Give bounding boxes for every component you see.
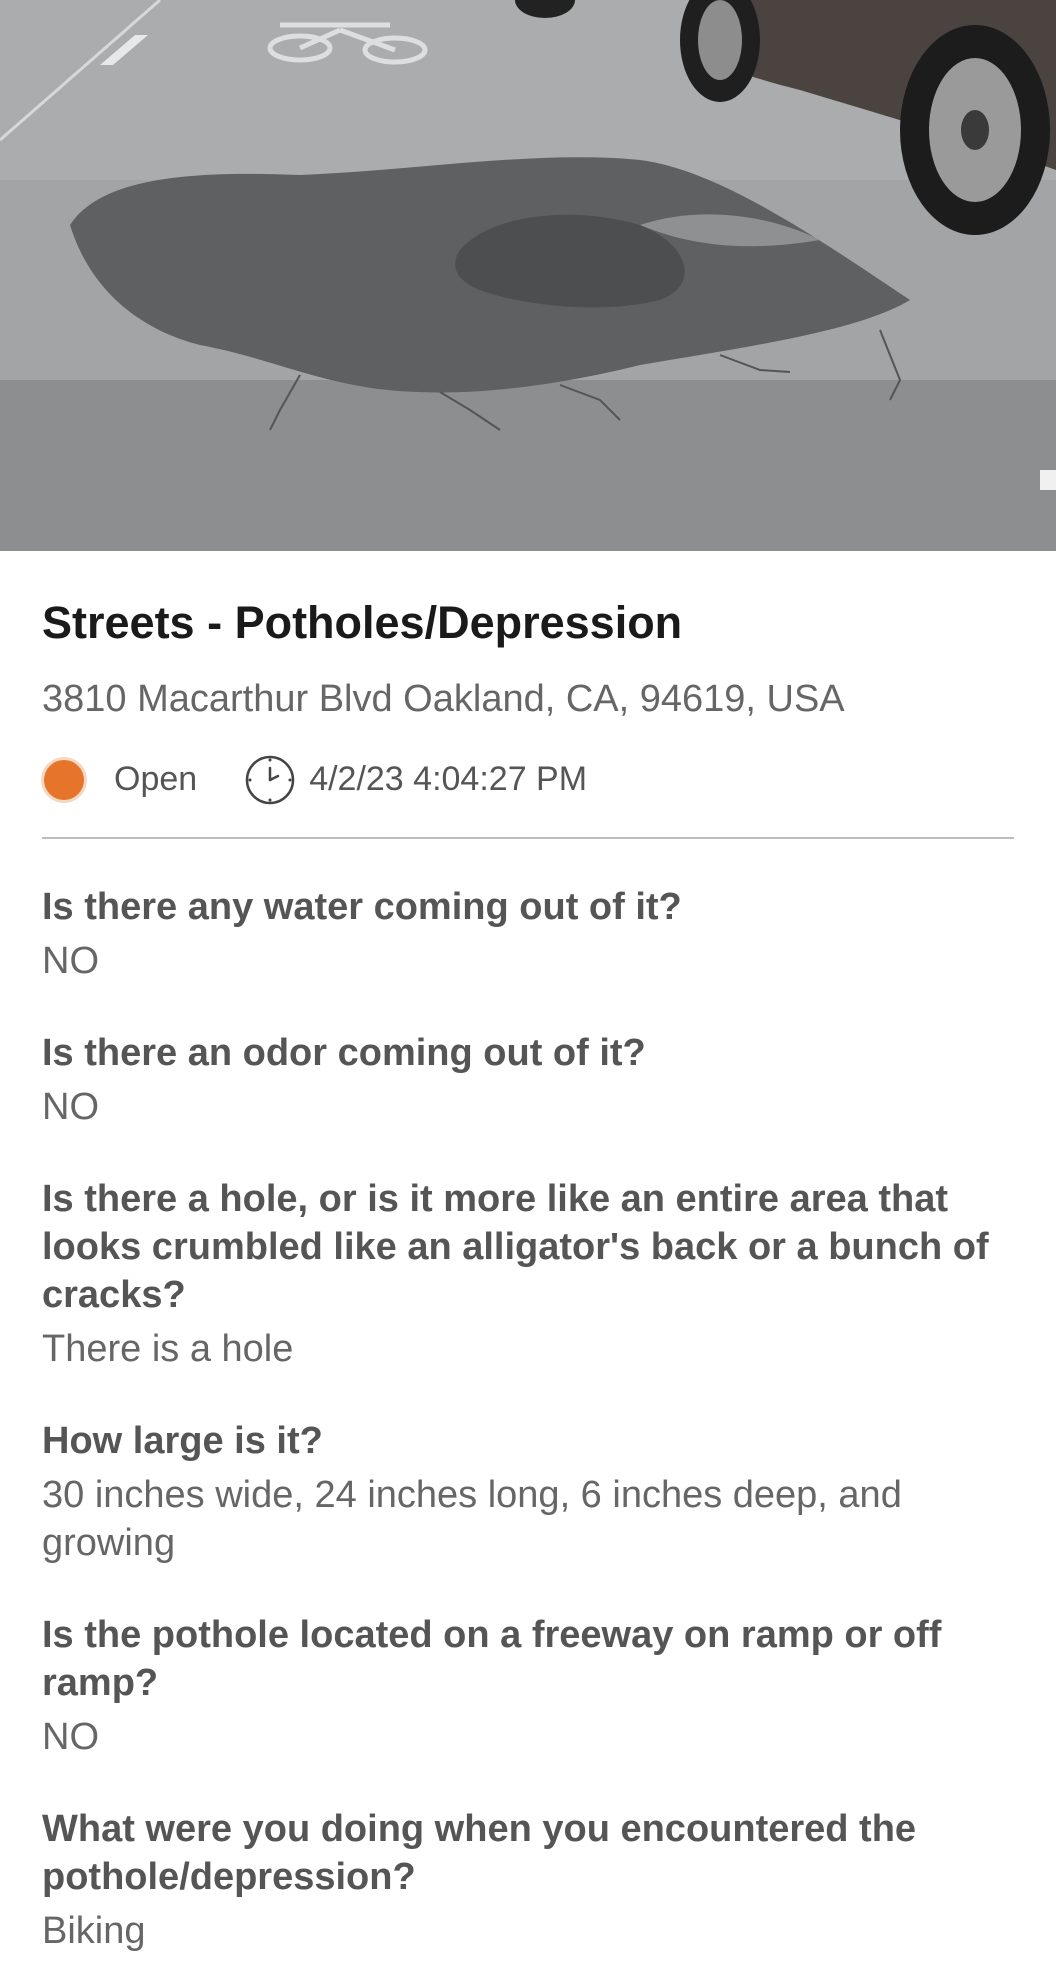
question-text: What were you doing when you encountered… xyxy=(42,1807,917,1898)
answer-text: NO xyxy=(42,1085,99,1128)
divider xyxy=(42,836,1014,839)
answer-text: Biking xyxy=(42,1909,146,1952)
question-text: Is there a hole, or is it more like an e… xyxy=(42,1177,989,1316)
qa-item: What were you doing when you encountered… xyxy=(42,1805,1014,1955)
answer-text: NO xyxy=(42,939,99,982)
clock-icon xyxy=(245,755,295,805)
report-meta-row: Open 4/2/23 4:04:27 PM xyxy=(42,751,1014,809)
qa-item: Is there a hole, or is it more like an e… xyxy=(42,1175,1014,1373)
pothole-photo-illustration xyxy=(0,0,1056,551)
answer-text: NO xyxy=(42,1715,99,1758)
status-label: Open xyxy=(114,760,198,799)
question-text: Is there an odor coming out of it? xyxy=(42,1031,646,1074)
qa-item: Is there any water coming out of it? NO xyxy=(42,883,1014,985)
qa-item: How large is it? 30 inches wide, 24 inch… xyxy=(42,1417,1014,1567)
answer-text: There is a hole xyxy=(42,1327,294,1370)
question-text: How large is it? xyxy=(42,1419,323,1462)
report-address: 3810 Macarthur Blvd Oakland, CA, 94619, … xyxy=(42,678,845,721)
question-text: Is there any water coming out of it? xyxy=(42,885,682,928)
report-category-title: Streets - Potholes/Depression xyxy=(42,597,683,648)
status-dot-icon xyxy=(44,759,84,800)
qa-item: Is there an odor coming out of it? NO xyxy=(42,1029,1014,1131)
pothole-photo[interactable] xyxy=(0,0,1056,551)
qa-item: Is the pothole located on a freeway on r… xyxy=(42,1611,1014,1761)
question-text: Is the pothole located on a freeway on r… xyxy=(42,1613,942,1704)
report-datetime: 4/2/23 4:04:27 PM xyxy=(309,760,588,799)
answer-text: 30 inches wide, 24 inches long, 6 inches… xyxy=(42,1473,902,1564)
